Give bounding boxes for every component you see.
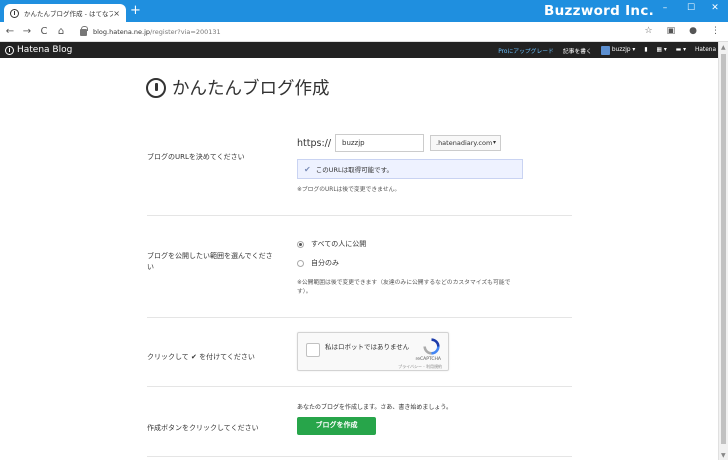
radio-unselected-icon xyxy=(297,259,304,267)
hatena-logo-icon xyxy=(5,45,14,55)
reload-icon[interactable]: C xyxy=(37,26,51,37)
page-content: かんたんブログ作成 ブログのURLを決めてください https:// buzzj… xyxy=(0,58,718,460)
divider xyxy=(147,215,572,216)
domain-select[interactable]: .hatenadiary.com ▾ xyxy=(430,135,501,151)
divider xyxy=(147,456,572,457)
visibility-note: ※公開範囲は後で変更できます（友達のみに公開するなどのカスタマイズも可能で す）。 xyxy=(297,279,510,297)
url-note: ※ブログのURLは後で変更できません。 xyxy=(297,187,401,193)
url-available-text: このURLは取得可能です。 xyxy=(315,166,393,174)
user-name: buzzjp ▾ xyxy=(611,47,636,53)
visibility-label: ブログを公開したい範囲を選んでください xyxy=(147,251,273,273)
message-icon[interactable]: ▬ ▾ xyxy=(676,47,686,53)
page-heading: かんたんブログ作成 xyxy=(146,75,330,100)
url-scheme: https:// xyxy=(297,138,332,149)
hatena-global-header: Hatena Blog Proにアップグレード 記事を書く buzzjp ▾ ▮… xyxy=(0,42,718,58)
divider xyxy=(147,317,572,318)
page-title: かんたんブログ作成 xyxy=(172,79,330,99)
check-icon: ✔ xyxy=(304,164,311,174)
url-available-message: ✔ このURLは取得可能です。 xyxy=(297,159,523,179)
recaptcha-brand: reCAPTCHA xyxy=(415,357,441,362)
browser-titlebar: かんたんブログ作成 - はてなブログ × + Buzzword Inc. – ☐… xyxy=(0,0,728,22)
minimize-icon[interactable]: – xyxy=(656,3,674,13)
extension-icon[interactable]: ▣ xyxy=(667,26,676,36)
scroll-thumb[interactable] xyxy=(721,54,726,444)
account-icon[interactable]: ● xyxy=(689,26,697,36)
radio-private[interactable]: 自分のみ xyxy=(297,258,339,268)
url-host: blog.hatena.ne.jp xyxy=(93,27,151,36)
header-actions: Proにアップグレード 記事を書く buzzjp ▾ ▮ ▦ ▾ ▬ ▾ Hat… xyxy=(498,42,716,58)
hatena-favicon-icon xyxy=(10,8,19,18)
write-entry-link[interactable]: 記事を書く xyxy=(563,46,592,55)
lock-icon[interactable] xyxy=(80,25,88,36)
back-icon[interactable]: ← xyxy=(3,26,17,37)
hatena-blog-icon xyxy=(146,77,166,98)
apps-grid-icon[interactable]: ▦ ▾ xyxy=(657,47,667,53)
star-icon[interactable]: ☆ xyxy=(645,26,653,36)
recaptcha-logo-icon xyxy=(423,338,440,355)
recaptcha-links[interactable]: プライバシー - 利用規約 xyxy=(398,364,442,370)
close-window-icon[interactable]: ✕ xyxy=(706,3,724,13)
avatar xyxy=(600,45,610,55)
browser-tools: ☆ ▣ ● ⋮ xyxy=(645,26,720,36)
user-menu[interactable]: buzzjp ▾ xyxy=(600,45,636,55)
recaptcha-text: 私はロボットではありません xyxy=(325,343,410,351)
create-label: 作成ボタンをクリックしてください xyxy=(147,424,259,432)
subdomain-input[interactable]: buzzjp xyxy=(335,134,424,152)
url-field[interactable]: blog.hatena.ne.jp/register?via=200131 xyxy=(93,28,221,36)
visibility-note-line2: す）。 xyxy=(297,289,312,295)
new-tab-button[interactable]: + xyxy=(130,3,141,19)
create-lead: あなたのブログを作成します。さあ、書き始めましょう。 xyxy=(297,404,453,411)
home-icon[interactable]: ⌂ xyxy=(54,26,68,37)
scroll-up-icon[interactable]: ▲ xyxy=(721,44,726,51)
radio-public-label: すべての人に公開 xyxy=(311,240,367,248)
captcha-label: クリックして ✔ を付けてください xyxy=(147,353,255,361)
visibility-label-line2: い xyxy=(147,263,154,271)
domain-value: .hatenadiary.com xyxy=(436,139,493,147)
create-blog-button[interactable]: ブログを作成 xyxy=(297,417,376,435)
hatena-blog-logo[interactable]: Hatena Blog xyxy=(5,45,72,55)
brand-watermark: Buzzword Inc. xyxy=(544,3,655,19)
maximize-icon[interactable]: ☐ xyxy=(682,3,700,13)
bookmark-icon[interactable]: ▮ xyxy=(644,47,647,53)
chevron-down-icon: ▾ xyxy=(492,139,496,146)
scroll-down-icon[interactable]: ▼ xyxy=(721,452,726,459)
visibility-note-line1: ※公開範囲は後で変更できます（友達のみに公開するなどのカスタマイズも可能で xyxy=(297,280,511,286)
hatena-brand-link[interactable]: Hatena xyxy=(695,47,716,53)
forward-icon[interactable]: → xyxy=(20,26,34,37)
hatena-logo-text: Hatena Blog xyxy=(17,45,73,55)
tab-close-icon[interactable]: × xyxy=(113,9,120,18)
radio-public[interactable]: すべての人に公開 xyxy=(297,239,366,249)
radio-private-label: 自分のみ xyxy=(311,259,339,267)
address-bar: ← → C ⌂ blog.hatena.ne.jp/register?via=2… xyxy=(0,22,728,42)
divider xyxy=(147,386,572,387)
url-label: ブログのURLを決めてください xyxy=(147,153,245,161)
tab-title: かんたんブログ作成 - はてなブログ xyxy=(24,10,114,18)
visibility-label-line1: ブログを公開したい範囲を選んでくださ xyxy=(147,252,273,260)
browser-tab[interactable]: かんたんブログ作成 - はてなブログ × xyxy=(4,4,126,22)
radio-selected-icon xyxy=(297,240,304,248)
recaptcha-checkbox[interactable] xyxy=(306,343,320,357)
page-scrollbar[interactable]: ▲ ▼ xyxy=(718,42,728,460)
recaptcha-widget: 私はロボットではありません reCAPTCHA プライバシー - 利用規約 xyxy=(297,332,449,371)
menu-icon[interactable]: ⋮ xyxy=(711,26,720,36)
url-path: /register?via=200131 xyxy=(150,27,221,36)
pro-upgrade-link[interactable]: Proにアップグレード xyxy=(498,46,554,55)
